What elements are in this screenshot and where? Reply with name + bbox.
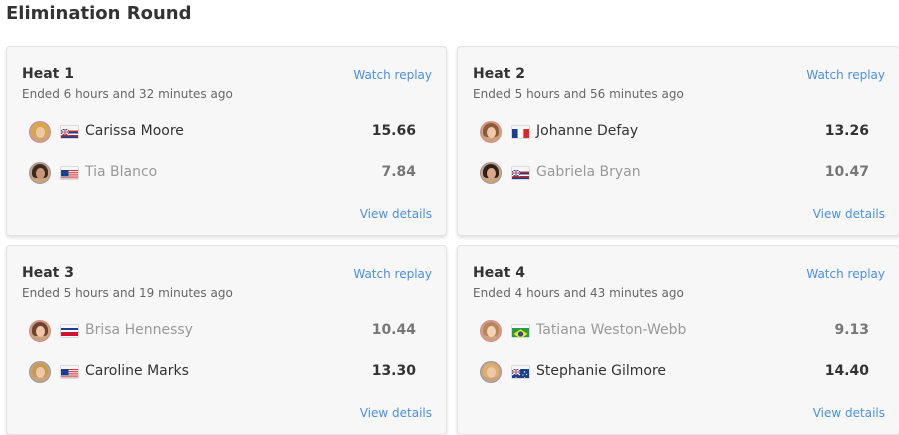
heat-ended-time: Ended 5 hours and 19 minutes ago [22,286,233,300]
surfer-name: Gabriela Bryan [536,164,641,180]
surfer-name: Tia Blanco [85,164,158,180]
surfer-score: 9.13 [834,322,869,338]
usa-flag-icon [61,167,78,179]
france-flag-icon [512,126,529,138]
watch-replay-link[interactable]: Watch replay [353,68,432,82]
surfer-row: Stephanie Gilmore 14.40 [480,360,869,386]
surfer-score: 14.40 [824,363,869,379]
surfer-avatar [480,361,502,383]
hawaii-flag-icon [512,167,529,179]
surfer-score: 15.66 [371,123,416,139]
surfer-name: Caroline Marks [85,363,189,379]
surfer-avatar [480,162,502,184]
surfer-row: Brisa Hennessy 10.44 [29,319,416,345]
heat-title: Heat 1 [22,66,74,82]
page-title: Elimination Round [6,3,192,24]
surfer-avatar [480,121,502,143]
surfer-avatar [29,121,51,143]
view-details-link[interactable]: View details [813,207,885,221]
heat-ended-time: Ended 4 hours and 43 minutes ago [473,286,684,300]
surfer-row: Caroline Marks 13.30 [29,360,416,386]
heat-title: Heat 3 [22,265,74,281]
view-details-link[interactable]: View details [360,207,432,221]
view-details-link[interactable]: View details [360,406,432,420]
surfer-row: Gabriela Bryan 10.47 [480,161,869,187]
surfer-name: Tatiana Weston-Webb [536,322,687,338]
brazil-flag-icon [512,325,529,337]
surfer-score: 10.44 [371,322,416,338]
heat-ended-time: Ended 5 hours and 56 minutes ago [473,87,684,101]
surfer-avatar [29,320,51,342]
costa-rica-flag-icon [61,325,78,337]
surfer-score: 7.84 [381,164,416,180]
surfer-avatar [29,361,51,383]
heat-ended-time: Ended 6 hours and 32 minutes ago [22,87,233,101]
surfer-score: 13.26 [824,123,869,139]
surfer-score: 10.47 [824,164,869,180]
heat-card: Heat 4 Ended 4 hours and 43 minutes ago … [457,245,899,435]
heat-card: Heat 2 Ended 5 hours and 56 minutes ago … [457,46,899,236]
australia-flag-icon [512,366,529,378]
surfer-name: Stephanie Gilmore [536,363,667,379]
surfer-name: Carissa Moore [85,123,184,139]
surfer-row: Carissa Moore 15.66 [29,120,416,146]
surfer-row: Tia Blanco 7.84 [29,161,416,187]
surfer-row: Johanne Defay 13.26 [480,120,869,146]
surfer-row: Tatiana Weston-Webb 9.13 [480,319,869,345]
surfer-name: Johanne Defay [536,123,639,139]
usa-flag-icon [61,366,78,378]
heat-card: Heat 3 Ended 5 hours and 19 minutes ago … [6,245,447,435]
heat-title: Heat 4 [473,265,525,281]
surfer-avatar [480,320,502,342]
watch-replay-link[interactable]: Watch replay [806,267,885,281]
surfer-name: Brisa Hennessy [85,322,193,338]
surfer-avatar [29,162,51,184]
hawaii-flag-icon [61,126,78,138]
surfer-score: 13.30 [371,363,416,379]
view-details-link[interactable]: View details [813,406,885,420]
watch-replay-link[interactable]: Watch replay [806,68,885,82]
heat-card: Heat 1 Ended 6 hours and 32 minutes ago … [6,46,447,236]
heat-title: Heat 2 [473,66,525,82]
watch-replay-link[interactable]: Watch replay [353,267,432,281]
